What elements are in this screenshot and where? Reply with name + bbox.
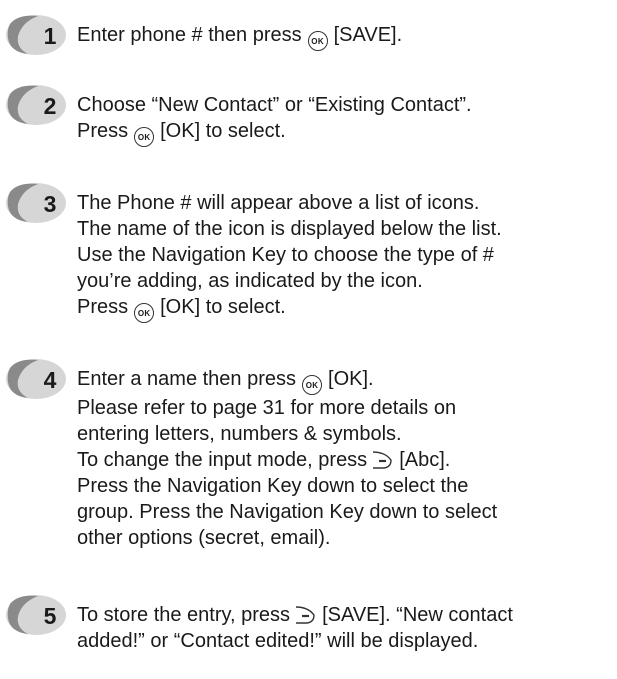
step-text: Enter phone # then press OK [SAVE]. <box>77 22 607 51</box>
step-text: To store the entry, press [SAVE]. “New c… <box>77 602 607 654</box>
step-line: Choose “New Contact” or “Existing Contac… <box>77 94 472 116</box>
step-line: Enter phone # then press OK [SAVE]. <box>77 22 607 51</box>
step-number: 4 <box>44 367 57 393</box>
step-number-badge: 3 <box>4 180 74 226</box>
step-line: group. Press the Navigation Key down to … <box>77 501 498 523</box>
ok-key-icon: OK <box>302 375 323 395</box>
step-line: Press OK [OK] to select. <box>77 118 607 147</box>
step-number: 3 <box>44 191 57 217</box>
ok-key-icon: OK <box>134 127 155 147</box>
step-line: Use the Navigation Key to choose the typ… <box>77 244 494 266</box>
step-line: Enter a name then press OK [OK]. <box>77 366 607 395</box>
step-line: Press the Navigation Key down to select … <box>77 475 469 497</box>
step-text: The Phone # will appear above a list of … <box>77 190 607 323</box>
step-number-badge: 4 <box>4 356 74 402</box>
ok-key-icon: OK <box>134 303 155 323</box>
step-number: 5 <box>44 603 57 629</box>
step-line: you’re adding, as indicated by the icon. <box>77 270 423 292</box>
step-number: 1 <box>44 23 57 49</box>
step-line: other options (secret, email). <box>77 527 331 549</box>
step-line: To store the entry, press [SAVE]. “New c… <box>77 604 513 626</box>
ok-key-icon: OK <box>307 31 328 51</box>
step-number-badge: 1 <box>4 12 74 58</box>
step-text: Enter a name then press OK [OK]. Please re… <box>77 366 607 551</box>
step-text: Choose “New Contact” or “Existing Contac… <box>77 92 607 147</box>
step-line: The name of the icon is displayed below … <box>77 218 502 240</box>
step-line: added!” or “Contact edited!” will be dis… <box>77 630 479 652</box>
step-line: The Phone # will appear above a list of … <box>77 192 480 214</box>
step-number: 2 <box>44 93 57 119</box>
step-line: To change the input mode, press [Abc]. <box>77 449 451 471</box>
step-number-badge: 5 <box>4 592 74 638</box>
step-line: Press OK [OK] to select. <box>77 294 607 323</box>
right-soft-key-icon <box>294 605 318 625</box>
step-number-badge: 2 <box>4 82 74 128</box>
step-line: entering letters, numbers & symbols. <box>77 423 402 445</box>
step-line: Please refer to page 31 for more details… <box>77 397 457 419</box>
right-soft-key-icon <box>371 450 395 470</box>
